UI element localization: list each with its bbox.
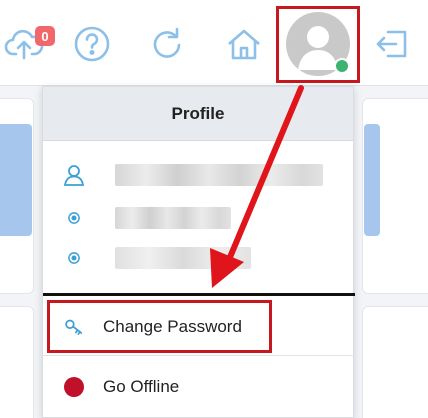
redacted-detail-1 [115, 207, 231, 229]
avatar-highlight-box [276, 6, 360, 83]
profile-dropdown: Profile Change Password Go Offline [42, 86, 355, 418]
background-banner-right [364, 124, 380, 236]
menu-divider [43, 293, 355, 296]
profile-title: Profile [43, 87, 353, 141]
bullet-icon [63, 247, 85, 269]
go-offline-label: Go Offline [103, 377, 180, 396]
background-card-left-bottom [0, 306, 34, 418]
profile-detail-row-2 [43, 247, 355, 269]
background-card-right-bottom [362, 306, 428, 418]
sync-count-badge: 0 [35, 26, 55, 46]
home-icon[interactable] [222, 22, 266, 66]
offline-status-icon [63, 376, 85, 398]
menu-separator [43, 355, 355, 356]
refresh-icon[interactable] [146, 22, 190, 66]
bullet-icon [63, 207, 85, 229]
profile-detail-row-1 [43, 207, 355, 229]
logout-icon[interactable] [370, 22, 414, 66]
profile-name-row [43, 163, 355, 187]
background-banner-left [0, 124, 32, 236]
redacted-detail-2 [115, 247, 251, 269]
change-password-highlight-box [47, 300, 272, 353]
redacted-user-name [115, 164, 323, 186]
go-offline-item[interactable]: Go Offline [43, 361, 355, 413]
user-icon [63, 164, 85, 186]
top-toolbar: 0 [0, 0, 428, 86]
help-icon[interactable] [70, 22, 114, 66]
